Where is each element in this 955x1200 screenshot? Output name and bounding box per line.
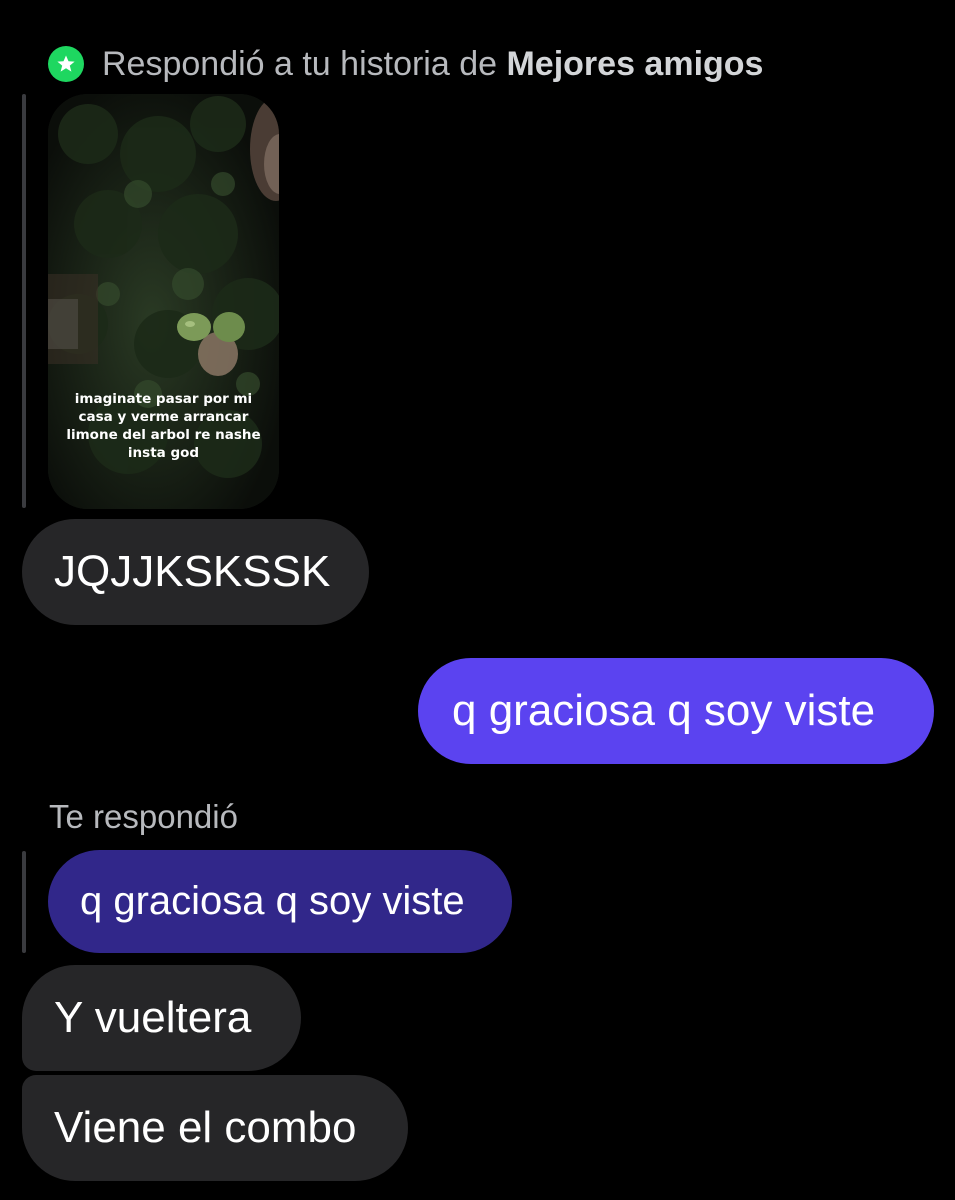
reply-quote-bar: [22, 851, 26, 953]
message-text: JQJJKSKSSK: [54, 547, 331, 596]
star-icon: [48, 46, 84, 82]
message-bubble-received[interactable]: Y vueltera: [22, 965, 301, 1071]
story-caption: imaginate pasar por mi casa y verme arra…: [66, 391, 261, 461]
message-text: Y vueltera: [54, 993, 252, 1042]
message-bubble-sent[interactable]: q graciosa q soy viste: [418, 658, 934, 764]
story-thumbnail[interactable]: imaginate pasar por mi casa y verme arra…: [48, 94, 279, 509]
quoted-message-bubble[interactable]: q graciosa q soy viste: [48, 850, 512, 953]
story-quote-bar: [22, 94, 26, 508]
message-text: q graciosa q soy viste: [452, 686, 876, 735]
message-bubble-received[interactable]: JQJJKSKSSK: [22, 519, 369, 625]
quoted-message-text: q graciosa q soy viste: [80, 879, 465, 923]
story-reply-label: Respondió a tu historia de Mejores amigo…: [102, 44, 764, 83]
message-text: Viene el combo: [54, 1103, 357, 1152]
reply-label: Te respondió: [49, 798, 238, 835]
story-reply-header: Respondió a tu historia de Mejores amigo…: [48, 44, 763, 84]
message-bubble-received[interactable]: Viene el combo: [22, 1075, 408, 1181]
best-friends-label: Mejores amigos: [506, 44, 764, 83]
